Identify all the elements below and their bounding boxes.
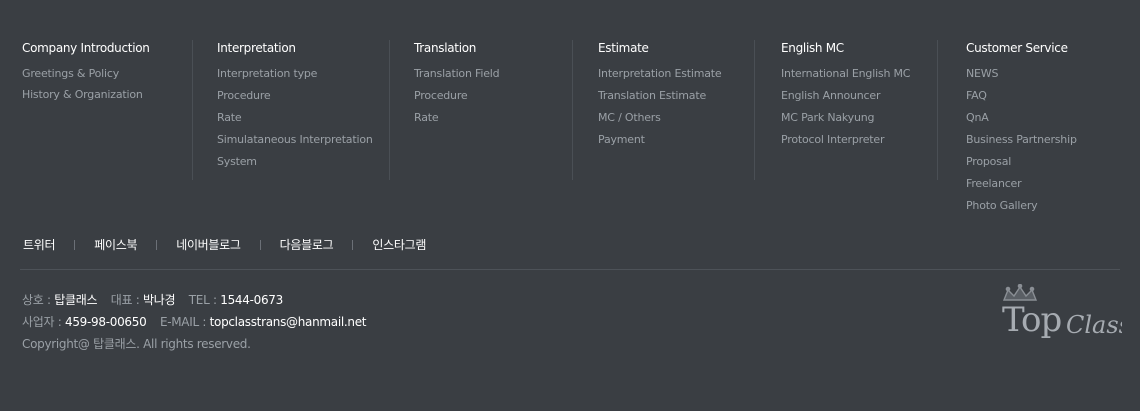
copyright: Copyright@ 탑클래스. All rights reserved. <box>22 337 251 351</box>
menu-item-interpretation-estimate[interactable]: Interpretation Estimate <box>598 63 722 85</box>
company-name-label: 상호 : <box>22 293 51 307</box>
menu-item-photo-gallery[interactable]: Photo Gallery <box>966 195 1077 217</box>
menu-item-simultaneous-system[interactable]: Simulataneous Interpretation System <box>217 129 377 173</box>
menu-item-translation-field[interactable]: Translation Field <box>414 63 500 85</box>
menu-title-estimate[interactable]: Estimate <box>598 40 721 56</box>
menu-column-company: Company Introduction Greetings & Policy … <box>22 40 150 105</box>
email-address: topclasstrans@hanmail.net <box>209 315 367 329</box>
crown-icon <box>1002 284 1038 301</box>
menu-title-interpretation[interactable]: Interpretation <box>217 40 377 56</box>
menu-item-protocol-interpreter[interactable]: Protocol Interpreter <box>781 129 910 151</box>
menu-item-translation-estimate[interactable]: Translation Estimate <box>598 85 721 107</box>
menu-item-interpretation-procedure[interactable]: Procedure <box>217 85 377 107</box>
menu-column-interpretation: Interpretation Interpretation type Proce… <box>192 40 377 180</box>
tel-label: TEL : <box>188 293 217 307</box>
social-link-facebook[interactable]: 페이스북 <box>94 236 137 253</box>
social-link-naver-blog[interactable]: 네이버블로그 <box>176 236 241 253</box>
social-link-instagram[interactable]: 인스타그램 <box>372 236 426 253</box>
menu-item-interpretation-type[interactable]: Interpretation type <box>217 63 377 85</box>
company-info: 상호 : 탑클래스 대표 : 박나경 TEL : 1544-0673 사업자 :… <box>22 289 367 355</box>
separator <box>259 239 261 250</box>
menu-item-mc-park-nakyung[interactable]: MC Park Nakyung <box>781 107 910 129</box>
company-info-line-1: 상호 : 탑클래스 대표 : 박나경 TEL : 1544-0673 <box>22 289 366 311</box>
menu-item-news[interactable]: NEWS <box>966 63 1077 85</box>
separator <box>352 239 354 250</box>
ceo-name: 박나경 <box>143 293 176 307</box>
logo-text-main: Top <box>1002 300 1062 340</box>
company-info-line-2: 사업자 : 459-98-00650 E-MAIL : topclasstran… <box>22 311 367 333</box>
menu-item-translation-rate[interactable]: Rate <box>414 107 499 129</box>
social-links: 트위터 페이스북 네이버블로그 다음블로그 인스타그램 <box>23 236 426 253</box>
topclass-logo: Top Class <box>1002 284 1122 340</box>
menu-item-proposal[interactable]: Proposal <box>966 151 1077 173</box>
footer-divider <box>20 269 1120 270</box>
separator <box>74 239 76 250</box>
bizno-label: 사업자 : <box>22 315 62 329</box>
company-name: 탑클래스 <box>54 293 98 307</box>
menu-item-freelancer[interactable]: Freelancer <box>966 173 1077 195</box>
tel-number: 1544-0673 <box>220 293 283 307</box>
menu-title-english-mc[interactable]: English MC <box>781 40 910 56</box>
social-link-daum-blog[interactable]: 다음블로그 <box>280 236 334 253</box>
menu-item-mc-others[interactable]: MC / Others <box>598 107 721 129</box>
menu-item-interpretation-rate[interactable]: Rate <box>217 107 377 129</box>
menu-title-translation[interactable]: Translation <box>414 40 499 56</box>
menu-item-faq[interactable]: FAQ <box>966 85 1077 107</box>
menu-title-company[interactable]: Company Introduction <box>22 40 150 56</box>
menu-item-greetings[interactable]: Greetings & Policy <box>22 63 150 84</box>
menu-item-international-english-mc[interactable]: International English MC <box>781 63 910 85</box>
menu-item-english-announcer[interactable]: English Announcer <box>781 85 910 107</box>
menu-column-english-mc: English MC International English MC Engl… <box>754 40 910 180</box>
menu-item-payment[interactable]: Payment <box>598 129 721 151</box>
menu-item-history[interactable]: History & Organization <box>22 84 150 105</box>
menu-column-estimate: Estimate Interpretation Estimate Transla… <box>572 40 722 180</box>
footer-sitemap: Company Introduction Greetings & Policy … <box>0 40 1140 220</box>
menu-column-translation: Translation Translation Field Procedure … <box>389 40 500 180</box>
logo-text-script: Class <box>1066 311 1122 339</box>
menu-title-customer-service[interactable]: Customer Service <box>966 40 1077 56</box>
menu-column-customer-service: Customer Service NEWS FAQ QnA Business P… <box>937 40 1077 212</box>
menu-item-qna[interactable]: QnA <box>966 107 1077 129</box>
ceo-label: 대표 : <box>110 293 140 307</box>
social-link-twitter[interactable]: 트위터 <box>23 236 56 253</box>
separator <box>156 239 158 250</box>
menu-item-business-partnership[interactable]: Business Partnership <box>966 129 1077 151</box>
email-label: E-MAIL : <box>159 315 207 329</box>
menu-item-translation-procedure[interactable]: Procedure <box>414 85 499 107</box>
bizno: 459-98-00650 <box>65 315 147 329</box>
